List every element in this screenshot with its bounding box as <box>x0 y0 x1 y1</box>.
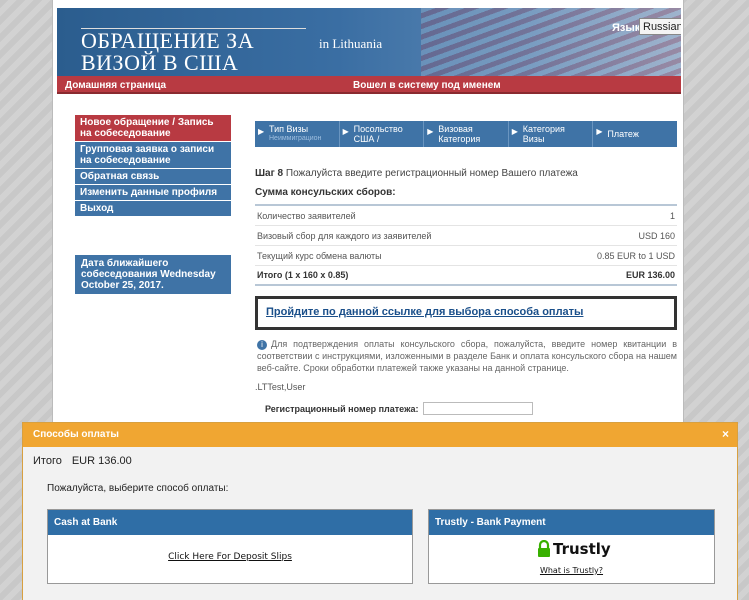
fee-row: Текущий курс обмена валюты 0.85 EUR to 1… <box>255 246 677 266</box>
chevron-right-icon: ▶ <box>596 127 603 136</box>
chevron-right-icon: ▶ <box>511 127 518 136</box>
step-label: Тип Визы <box>269 124 309 134</box>
language-value: Russian <box>643 20 681 33</box>
chevron-right-icon: ▶ <box>427 127 434 136</box>
fee-label: Текущий курс обмена валюты <box>257 250 382 261</box>
progress-steps: ▶ Тип Визы Неиммиграцион ▶ Посольство СШ… <box>255 121 677 147</box>
payment-info: i Для подтверждения оплаты консульского с… <box>255 338 677 374</box>
step-visa-class: ▶ Категория Визы <box>509 121 594 147</box>
sidebar-item-new-application[interactable]: Новое обращение / Запись на собеседовани… <box>75 115 231 142</box>
logged-in-label: Вошел в систему под именем <box>353 80 501 91</box>
close-icon[interactable]: × <box>722 427 729 441</box>
payment-method-link[interactable]: Пройдите по данной ссылке для выбора спо… <box>255 296 677 330</box>
fees-title: Сумма консульских сборов: <box>255 187 677 206</box>
payment-info-text: Для подтверждения оплаты консульского сб… <box>257 339 677 373</box>
fee-label: Визовый сбор для каждого из заявителей <box>257 230 432 241</box>
step-label: Визовая Категория <box>438 124 481 144</box>
registration-number-input[interactable] <box>422 402 533 415</box>
site-header: ОБРАЩЕНИЕ ЗА ВИЗОЙ В США in Lithuania Яз… <box>57 8 681 76</box>
main-content: Шаг 8 Пожалуйста введите регистрационный… <box>255 160 677 415</box>
step-number: Шаг 8 <box>255 168 284 179</box>
top-nav-bar: Домашняя страница Вошел в систему под им… <box>57 76 681 94</box>
sidebar-item-edit-profile[interactable]: Изменить данные профиля <box>75 185 231 201</box>
sidebar-item-group-request[interactable]: Групповая заявка о записи на собеседован… <box>75 142 231 169</box>
fee-value: USD 160 <box>638 230 675 241</box>
trustly-card: Trustly - Bank Payment Trustly What is T… <box>428 509 715 584</box>
sidebar-menu: Новое обращение / Запись на собеседовани… <box>75 115 231 217</box>
deposit-slips-link[interactable]: Click Here For Deposit Slips <box>48 552 412 562</box>
step-visa-category: ▶ Визовая Категория <box>424 121 509 147</box>
trustly-logo-text: Trustly <box>553 540 611 558</box>
home-link[interactable]: Домашняя страница <box>65 80 166 91</box>
site-title: ОБРАЩЕНИЕ ЗА ВИЗОЙ В США <box>81 28 255 75</box>
fee-row: Визовый сбор для каждого из заявителей U… <box>255 226 677 246</box>
dialog-header: Способы оплаты × <box>23 423 737 447</box>
user-name: .LTTest,User <box>255 382 306 392</box>
language-select[interactable]: Russian ▾ <box>639 18 681 35</box>
registration-row: Регистрационный номер платежа: <box>255 402 677 415</box>
fee-value: 0.85 EUR to 1 USD <box>596 250 675 261</box>
info-icon: i <box>257 340 267 350</box>
choose-method-label: Пожалуйста, выберите способ оплаты: <box>47 483 229 494</box>
step-label: Категория Визы <box>522 124 565 144</box>
step-label: Платеж <box>607 129 639 139</box>
chevron-right-icon: ▶ <box>258 127 265 136</box>
lock-icon <box>538 540 550 557</box>
country-label: in Lithuania <box>319 36 383 51</box>
fee-row: Количество заявителей 1 <box>255 206 677 226</box>
total-row: Итого (1 x 160 x 0.85) EUR 136.00 <box>255 266 677 286</box>
sidebar-item-logout[interactable]: Выход <box>75 201 231 217</box>
step-embassy: ▶ Посольство США / <box>340 121 425 147</box>
step-instruction: Шаг 8 Пожалуйста введите регистрационный… <box>255 168 677 179</box>
chevron-right-icon: ▶ <box>342 127 349 136</box>
total-value: EUR 136.00 <box>625 270 675 280</box>
total-label: Итого (1 x 160 x 0.85) <box>257 270 349 280</box>
registration-label: Регистрационный номер платежа: <box>265 403 419 414</box>
fee-value: 1 <box>669 210 675 221</box>
cash-at-bank-card: Cash at Bank Click Here For Deposit Slip… <box>47 509 413 584</box>
sidebar-item-feedback[interactable]: Обратная связь <box>75 169 231 185</box>
step-visa-type: ▶ Тип Визы Неиммиграцион <box>255 121 340 147</box>
step-text: Пожалуйста введите регистрационный номер… <box>285 168 578 179</box>
payment-methods-dialog: Способы оплаты × Итого EUR 136.00 Пожалуй… <box>22 422 738 600</box>
trustly-logo[interactable]: Trustly <box>537 540 611 558</box>
dialog-total-label: Итого <box>33 455 62 467</box>
card-title: Cash at Bank <box>48 510 412 535</box>
step-label: Посольство США / <box>353 124 403 144</box>
next-appointment-box: Дата ближайшего собеседования Wednesday … <box>75 255 231 294</box>
dialog-title: Способы оплаты <box>33 429 119 440</box>
card-title: Trustly - Bank Payment <box>429 510 714 535</box>
fee-label: Количество заявителей <box>257 210 356 221</box>
step-sublabel: Неиммиграцион <box>269 135 322 142</box>
dialog-total-value: EUR 136.00 <box>71 455 132 467</box>
step-payment: ▶ Платеж <box>593 121 677 147</box>
what-is-trustly-link[interactable]: What is Trustly? <box>429 566 714 575</box>
dialog-total: Итого EUR 136.00 <box>33 455 132 467</box>
